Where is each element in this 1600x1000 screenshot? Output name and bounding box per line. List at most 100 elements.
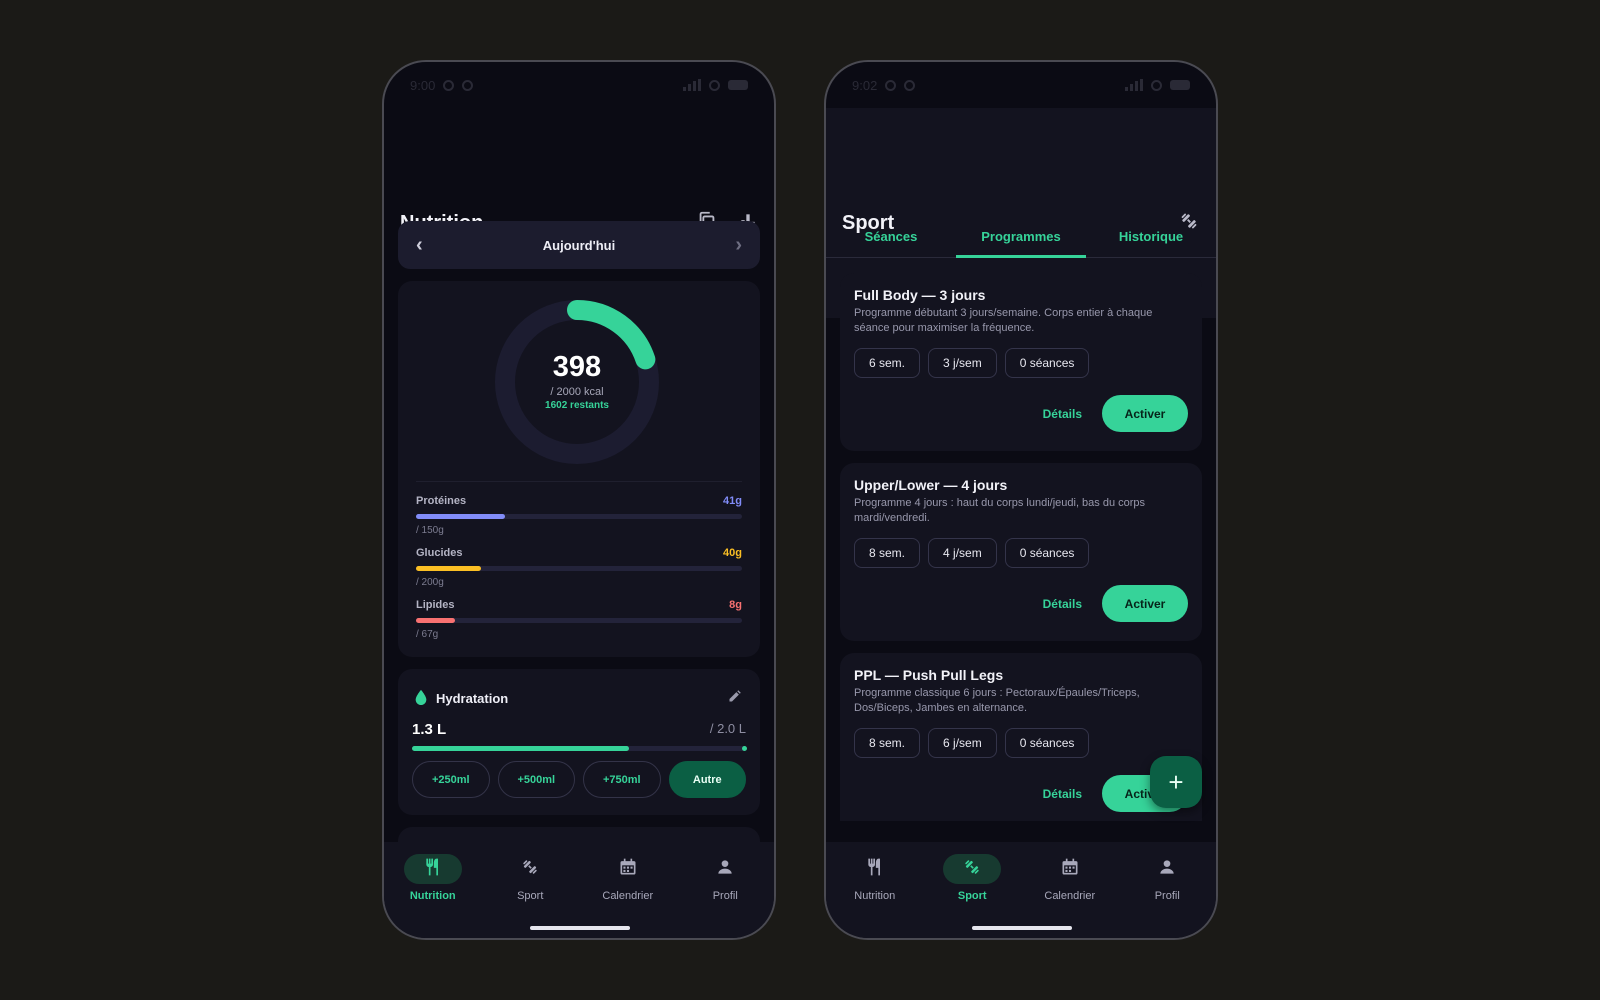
program-frequency-chip: 3 j/sem [928,348,997,378]
water-drop-icon [414,689,428,708]
activate-button[interactable]: Activer [1102,585,1188,622]
program-sessions-chip: 0 séances [1004,538,1090,568]
program-title: Upper/Lower — 4 jours [854,477,1008,493]
nav-label: Nutrition [854,890,896,902]
add-750ml-button[interactable]: +750ml [583,761,661,798]
person-icon [1157,857,1177,882]
hydration-card: Hydratation 1.3 L / 2.0 L +250ml +500ml … [398,669,760,815]
program-card-full-body: Full Body — 3 jours Programme débutant 3… [840,273,1202,451]
macro-progress-track [416,566,742,571]
macro-proteins: Protéines 41g / 150g [416,495,742,545]
date-navigator: ‹ Aujourd'hui › [398,221,760,269]
hydration-progress-track [412,746,747,751]
add-250ml-button[interactable]: +250ml [412,761,490,798]
hydration-goal: / 2.0 L [709,721,746,736]
nav-label: Profil [1154,890,1180,902]
nav-label: Sport [517,890,544,902]
nav-label: Nutrition [409,890,456,902]
dumbbell-icon [520,857,540,882]
status-bar: 9:02 [826,62,1216,108]
add-program-button[interactable]: + [1150,756,1202,808]
calendar-icon [618,857,638,882]
other-amount-button[interactable]: Autre [668,761,746,798]
details-button[interactable]: Détails [1043,407,1082,421]
macro-value: 41g [723,495,742,507]
add-500ml-button[interactable]: +500ml [497,761,575,798]
status-settings-icon [885,79,897,91]
nav-item-nutrition[interactable]: Nutrition [835,854,915,902]
macro-progress-track [416,618,742,623]
sport-phone: 9:02 Sport Séances Programmes Historique… [824,60,1218,940]
program-card-ppl: PPL — Push Pull Legs Programme classique… [840,653,1202,821]
battery-icon [728,80,748,90]
macro-value: 40g [723,547,742,559]
dumbbell-icon [962,857,982,882]
program-card-upper-lower: Upper/Lower — 4 jours Programme 4 jours … [840,463,1202,641]
sport-tabs: Séances Programmes Historique [826,220,1216,258]
nav-item-profil[interactable]: Profil [685,854,765,902]
macro-goal: / 67g [416,629,439,640]
nutrition-phone: 9:00 Nutrition ‹ Aujourd'hui › [382,60,776,940]
program-duration-chip: 8 sem. [854,728,921,758]
fork-knife-icon [423,857,443,882]
nav-item-sport[interactable]: Sport [490,854,570,902]
tab-historique[interactable]: Historique [1086,220,1216,257]
activate-button[interactable]: Activer [1102,395,1188,432]
hydration-goal-marker [742,746,747,751]
home-indicator[interactable] [530,926,630,930]
program-title: PPL — Push Pull Legs [854,667,1004,683]
macro-fats: Lipides 8g / 67g [416,599,742,649]
pencil-icon[interactable] [727,689,742,709]
nav-item-calendrier[interactable]: Calendrier [1030,854,1110,902]
details-button[interactable]: Détails [1043,597,1082,611]
program-duration-chip: 8 sem. [854,538,921,568]
macro-name: Lipides [416,599,455,611]
divider [416,481,742,482]
person-icon [715,857,735,882]
program-frequency-chip: 4 j/sem [928,538,997,568]
macro-progress-fill [416,618,455,623]
tab-seances[interactable]: Séances [826,220,956,257]
program-title: Full Body — 3 jours [854,287,986,303]
details-button[interactable]: Détails [1043,787,1082,801]
nav-item-nutrition[interactable]: Nutrition [393,854,473,902]
nav-item-profil[interactable]: Profil [1127,854,1207,902]
status-location-icon [904,79,916,91]
nav-item-sport[interactable]: Sport [932,854,1012,902]
program-sessions-chip: 0 séances [1004,728,1090,758]
chevron-left-icon[interactable]: ‹ [416,235,423,255]
macro-name: Protéines [416,495,467,507]
signal-icon [1125,79,1143,91]
nav-label: Profil [712,890,738,902]
macro-progress-fill [416,514,505,519]
hydration-current: 1.3 L [412,721,447,738]
bottom-nav: Nutrition Sport Calendrier Profil [384,842,774,938]
hydration-title: Hydratation [436,691,509,706]
calendar-icon [1060,857,1080,882]
nav-label: Calendrier [1044,890,1096,902]
calories-card: 398 / 2000 kcal 1602 restants Protéines … [398,281,760,657]
hydration-progress-fill [412,746,630,751]
macro-value: 8g [729,599,742,611]
status-bar: 9:00 [384,62,774,108]
battery-icon [1170,80,1190,90]
status-time: 9:00 [410,77,436,93]
calories-remaining: 1602 restants [545,400,609,411]
program-description: Programme débutant 3 jours/semaine. Corp… [854,307,1153,334]
program-description: Programme 4 jours : haut du corps lundi/… [854,497,1146,524]
calories-goal: / 2000 kcal [550,386,604,398]
calories-consumed: 398 [552,351,602,383]
status-location-icon [462,79,474,91]
program-sessions-chip: 0 séances [1004,348,1090,378]
tab-programmes[interactable]: Programmes [956,220,1086,258]
macro-progress-fill [416,566,482,571]
nav-item-calendrier[interactable]: Calendrier [588,854,668,902]
program-description: Programme classique 6 jours : Pectoraux/… [854,687,1140,714]
macro-carbs: Glucides 40g / 200g [416,547,742,597]
program-duration-chip: 6 sem. [854,348,921,378]
home-indicator[interactable] [972,926,1072,930]
chevron-right-icon[interactable]: › [735,235,742,255]
macro-progress-track [416,514,742,519]
macro-goal: / 200g [416,577,444,588]
status-settings-icon [443,79,455,91]
